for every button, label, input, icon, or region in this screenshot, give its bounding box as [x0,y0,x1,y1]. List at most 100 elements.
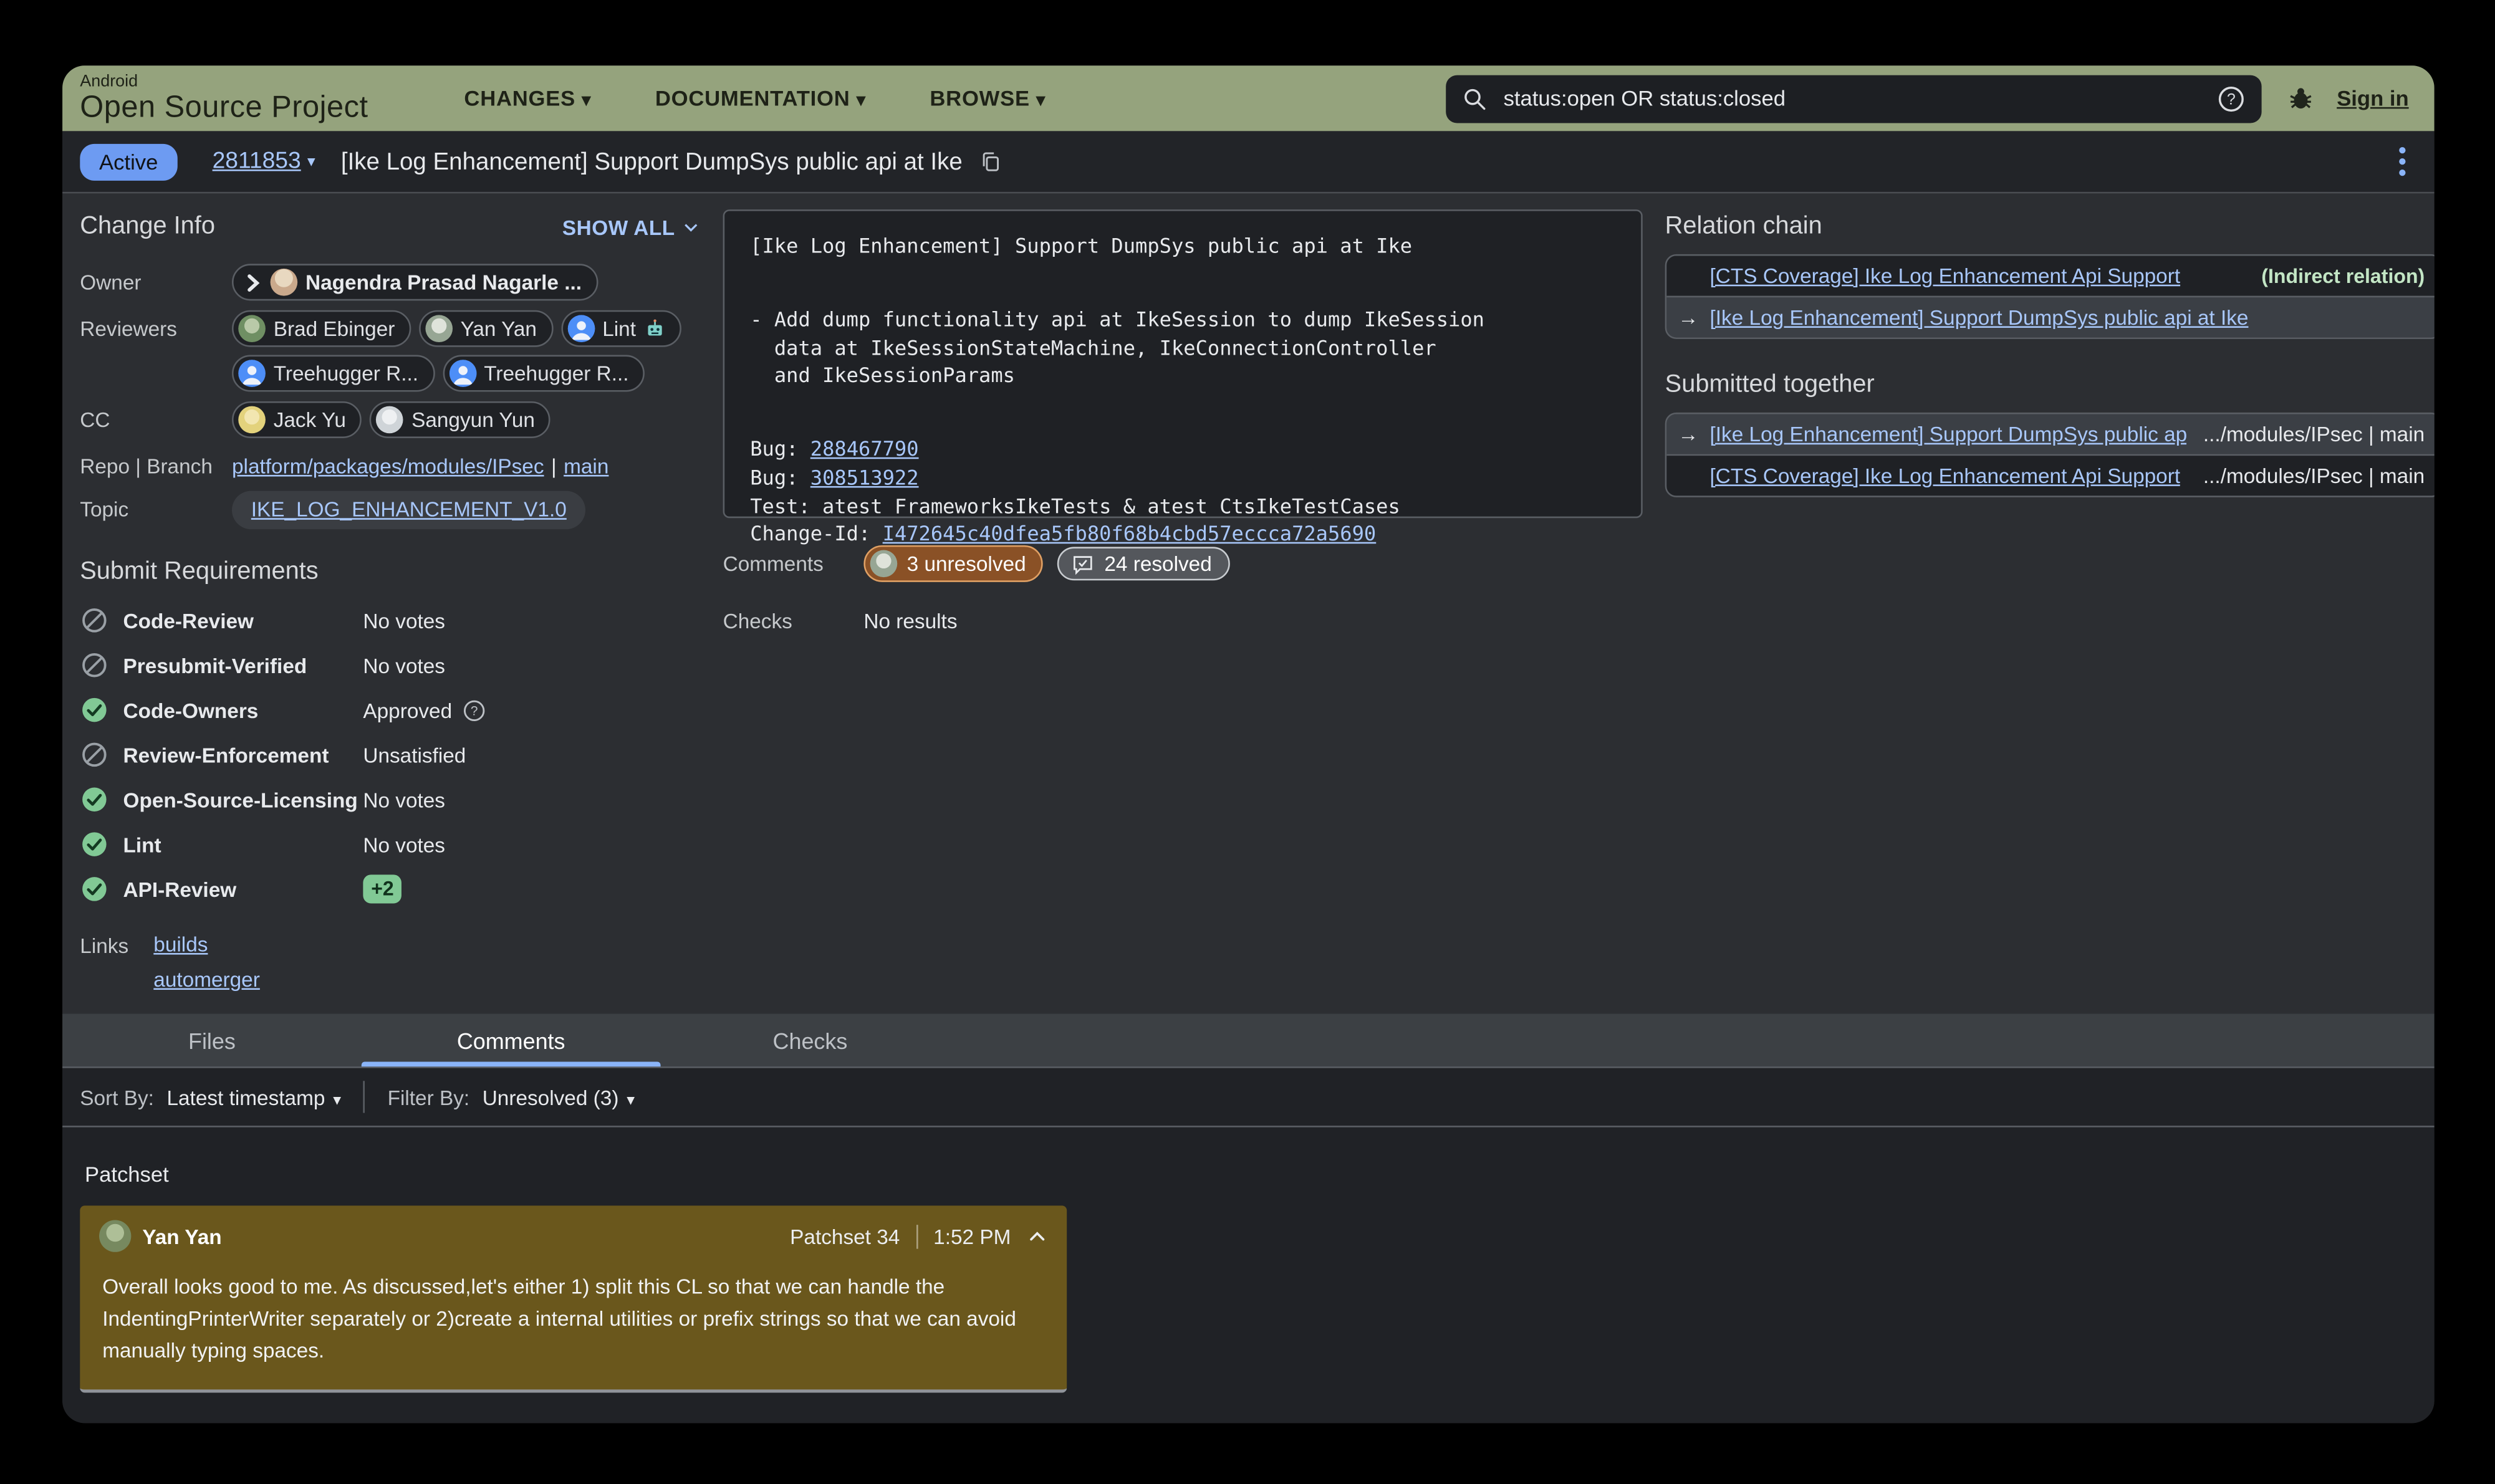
submitted-repo-branch: .../modules/IPsec | main [2187,422,2425,446]
change-id-link[interactable]: I472645c40dfea5fb80f68b4cbd57eccca72a569… [883,522,1377,545]
search-box[interactable]: ? [1446,74,2261,122]
avatar [238,406,266,434]
branch-link[interactable]: main [564,454,608,478]
requirement-row: API-Review +2 [80,874,700,903]
builds-link[interactable]: builds [153,932,260,956]
show-all-button[interactable]: SHOW ALL [562,215,701,239]
search-help-icon[interactable]: ? [2217,84,2246,113]
cc-chip[interactable]: Sangyun Yun [370,401,550,438]
default-avatar-icon [449,360,476,387]
site-logo[interactable]: Android Open Source Project [80,73,368,123]
tab-comments[interactable]: Comments [362,1014,661,1067]
submitted-row-current: → [Ike Log Enhancement] Support DumpSys … [1666,414,2434,454]
topic-link[interactable]: IKE_LOG_ENHANCEMENT_V1.0 [251,497,567,521]
tab-checks[interactable]: Checks [661,1014,960,1067]
requirement-row: Code-Owners Approved ? [80,696,700,724]
relation-chain-box: [CTS Coverage] Ike Log Enhancement Api S… [1665,254,2435,339]
resolved-comments-chip[interactable]: 24 resolved [1058,547,1229,580]
reviewer-chip[interactable]: Lint [560,310,680,347]
topic-chip[interactable]: IKE_LOG_ENHANCEMENT_V1.0 [232,491,586,530]
comments-summary-row: Comments 3 unresolved 24 resolved [723,545,1643,582]
submitted-together-heading: Submitted together [1665,371,2435,400]
bug-link[interactable]: 288467790 [810,436,919,460]
relation-row: [CTS Coverage] Ike Log Enhancement Api S… [1666,256,2434,295]
nav-changes-menu[interactable]: CHANGES [464,87,591,110]
vote-badge: +2 [363,874,401,903]
check-circle-icon [80,874,108,903]
change-header-row: Active 2811853 ▾ [Ike Log Enhancement] S… [62,131,2435,193]
avatar [271,269,298,296]
copy-title-icon[interactable] [978,150,1002,173]
commit-body: - Add dump functionality api at IkeSessi… [750,305,1615,390]
requirement-row: Review-Enforcement Unsatisfied [80,740,700,769]
requirement-row: Code-Review No votes [80,606,700,634]
bug-link[interactable]: 308513922 [810,465,919,489]
related-change-link[interactable]: [Ike Log Enhancement] Support DumpSys pu… [1710,305,2249,329]
blocked-icon [80,740,108,769]
links-row: Links builds automerger [80,932,700,992]
nav-browse-menu[interactable]: BROWSE [930,87,1046,110]
svg-text:?: ? [470,703,478,717]
collapse-chevron-icon[interactable] [1027,1225,1047,1246]
chevron-down-icon [681,218,701,237]
divider [363,1081,365,1113]
avatar [870,550,898,578]
automerger-link[interactable]: automerger [153,967,260,991]
comment-author: Yan Yan [142,1224,221,1248]
owner-row: Owner Nagendra Prasad Nagarle ... [80,264,700,300]
submitted-change-link[interactable]: [CTS Coverage] Ike Log Enhancement Api S… [1710,464,2181,487]
robot-icon [644,318,665,339]
change-status-chip[interactable]: Active [80,143,177,180]
comment-patchset: Patchset 34 [790,1224,917,1248]
blocked-icon [80,651,108,679]
checks-result: No results [863,609,957,633]
tab-files[interactable]: Files [62,1014,362,1067]
avatar [99,1220,131,1252]
relation-chain-heading: Relation chain [1665,213,2435,241]
reviewer-chip[interactable]: Treehugger R... [443,355,645,392]
comment-time: 1:52 PM [918,1224,1027,1248]
submitted-change-link[interactable]: [Ike Log Enhancement] Support DumpSys pu… [1710,422,2188,446]
filter-dropdown[interactable]: Unresolved (3) [483,1085,635,1109]
help-icon[interactable]: ? [462,698,486,722]
submitted-repo-branch: .../modules/IPsec | main [2187,464,2425,487]
submit-requirements-heading: Submit Requirements [80,558,700,586]
relation-row-current: → [Ike Log Enhancement] Support DumpSys … [1666,296,2434,338]
reviewer-chip[interactable]: Yan Yan [419,310,553,347]
sort-dropdown[interactable]: Latest timestamp [166,1085,341,1109]
repo-link[interactable]: platform/packages/modules/IPsec [232,454,544,478]
reviewer-chip[interactable]: Treehugger R... [232,355,435,392]
commit-column: [Ike Log Enhancement] Support DumpSys pu… [723,209,1643,992]
commit-message-box: [Ike Log Enhancement] Support DumpSys pu… [723,209,1643,518]
requirement-row: Open-Source-Licensing No votes [80,785,700,814]
unresolved-comments-chip[interactable]: 3 unresolved [863,545,1043,582]
change-number-link[interactable]: 2811853 [213,149,301,175]
report-bug-icon[interactable] [2287,85,2315,112]
repo-branch-separator: | [551,454,557,478]
comment-body: Overall looks good to me. As discussed,l… [80,1258,1067,1389]
change-title: [Ike Log Enhancement] Support DumpSys pu… [341,148,963,175]
change-number-caret-icon[interactable]: ▾ [307,153,315,170]
nav-documentation-menu[interactable]: DOCUMENTATION [655,87,866,110]
indirect-relation-note: (Indirect relation) [2246,265,2425,287]
more-options-kebab-icon[interactable] [2393,141,2412,183]
commit-title: [Ike Log Enhancement] Support DumpSys pu… [750,232,1615,261]
blocked-icon [80,606,108,634]
sign-in-link[interactable]: Sign in [2337,87,2408,110]
current-change-arrow-icon: → [1678,305,1698,329]
attention-icon [246,272,261,292]
topic-row: Topic IKE_LOG_ENHANCEMENT_V1.0 [80,491,700,530]
gerrit-app-window: Android Open Source Project CHANGES DOCU… [62,65,2435,1423]
owner-chip[interactable]: Nagendra Prasad Nagarle ... [232,264,598,300]
requirement-row: Lint No votes [80,830,700,858]
cc-chip[interactable]: Jack Yu [232,401,362,438]
change-info-column: Change Info SHOW ALL Owner [80,209,700,992]
related-change-link[interactable]: [CTS Coverage] Ike Log Enhancement Api S… [1710,264,2181,287]
search-input[interactable] [1500,85,2216,112]
svg-text:?: ? [2227,90,2236,107]
check-circle-icon [80,696,108,724]
reviewer-chip[interactable]: Brad Ebinger [232,310,411,347]
brand-top: Android [80,73,368,90]
sort-filter-row: Sort By: Latest timestamp Filter By: Unr… [62,1068,2435,1127]
commit-changeid-line: Change-Id: I472645c40dfea5fb80f68b4cbd57… [750,520,1615,548]
